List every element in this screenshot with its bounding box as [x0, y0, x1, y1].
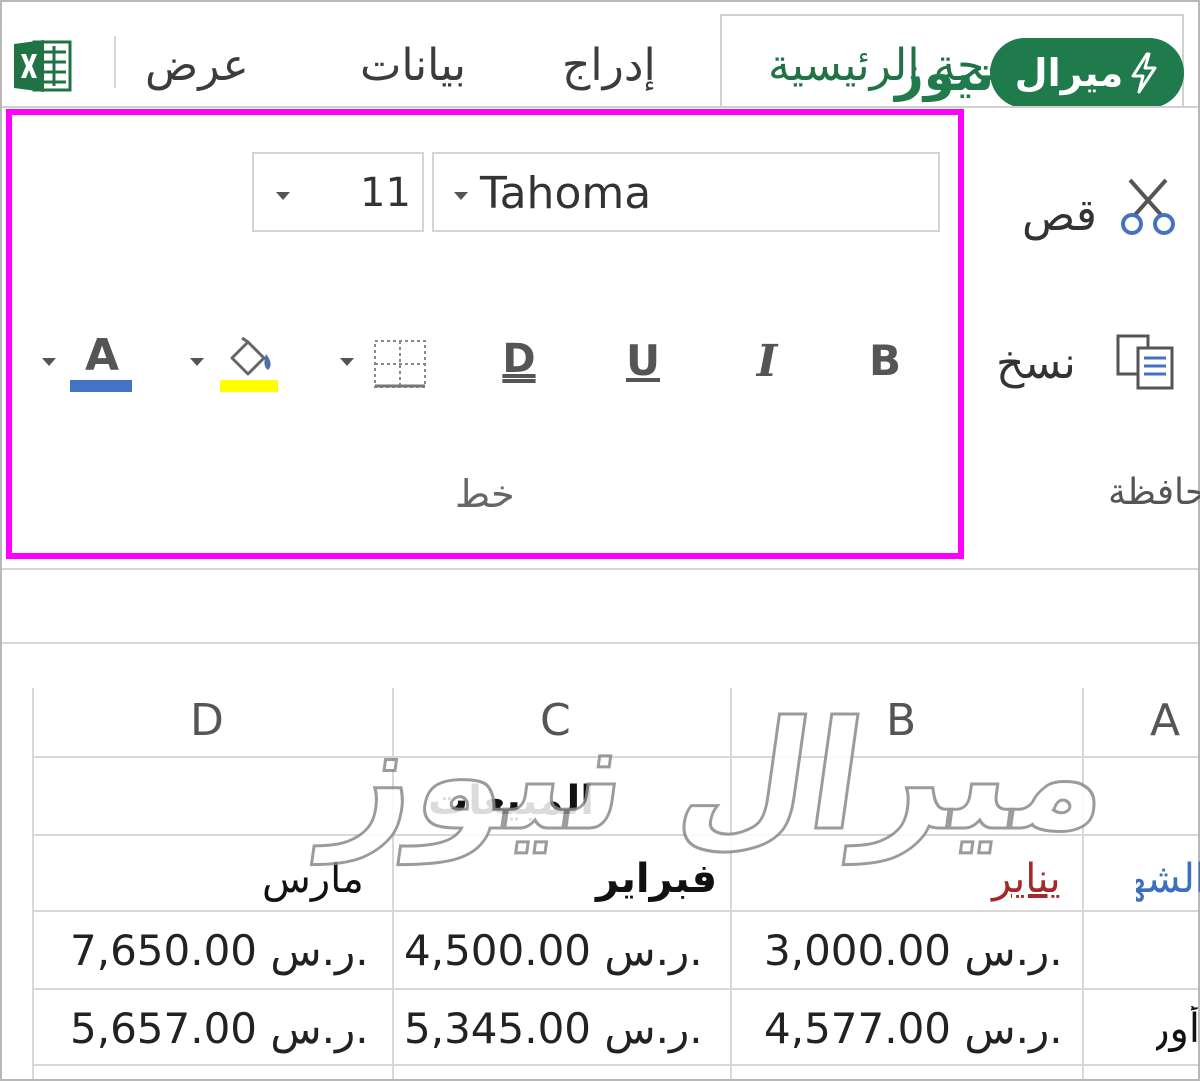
brand-badge: ميرال	[990, 38, 1184, 108]
brand-logo-text: نيوز	[895, 44, 995, 102]
row-label-header-cell[interactable]: الشهر	[1136, 856, 1200, 902]
grid-line	[34, 1064, 1198, 1066]
sales-value-cell[interactable]: 7,650.00 ر.س.	[70, 926, 369, 975]
copy-icon[interactable]	[1114, 334, 1176, 392]
sales-value-cell[interactable]: 4,500.00 ر.س.	[404, 926, 703, 975]
font-group-highlight	[6, 109, 964, 559]
tab-data[interactable]: بيانات	[360, 40, 466, 91]
watermark-text: ميرال نيوز	[316, 689, 1123, 866]
bolt-icon	[1131, 52, 1157, 94]
grid-line	[34, 910, 1198, 912]
column-header-d[interactable]: D	[190, 695, 224, 746]
scissors-icon[interactable]	[1118, 176, 1178, 236]
excel-icon	[14, 40, 72, 92]
tab-insert[interactable]: إدراج	[562, 40, 656, 91]
tab-separator	[114, 36, 116, 88]
sales-value-cell[interactable]: 5,657.00 ر.س.	[70, 1004, 369, 1053]
grid-line	[32, 688, 34, 1079]
row-label-cell[interactable]: أوربا	[1156, 1006, 1200, 1052]
cut-button[interactable]: قص	[1022, 190, 1097, 241]
copy-button[interactable]: نسخ	[996, 338, 1076, 389]
brand-badge-text: ميرال	[1014, 51, 1124, 95]
tab-view[interactable]: عرض	[145, 40, 249, 91]
sales-value-cell[interactable]: 4,577.00 ر.س.	[764, 1004, 1063, 1053]
sales-value-cell[interactable]: 3,000.00 ر.س.	[764, 926, 1063, 975]
clipboard-group-label: حافظة	[1108, 472, 1200, 513]
sales-value-cell[interactable]: 5,345.00 ر.س.	[404, 1004, 703, 1053]
column-header-a[interactable]: A	[1150, 695, 1180, 746]
grid-line	[34, 988, 1198, 990]
grid-line	[2, 642, 1198, 644]
